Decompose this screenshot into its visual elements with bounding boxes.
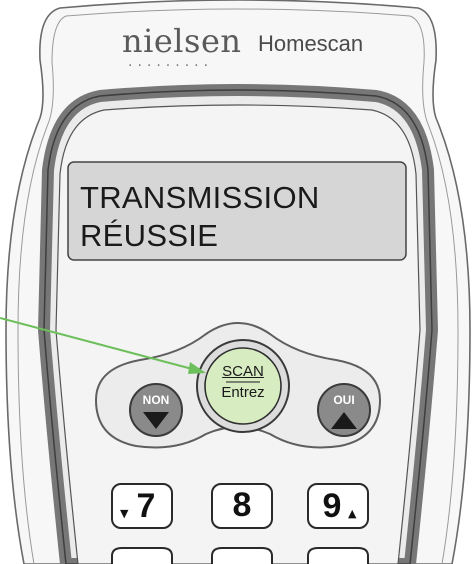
brand-dots: ········· [128, 58, 214, 74]
oui-label: OUI [333, 393, 355, 407]
non-label: NON [142, 393, 170, 407]
display-line-2: RÉUSSIE [80, 218, 219, 253]
homescan-device [0, 0, 471, 564]
key-9-label: 9 [322, 487, 342, 525]
product-name: Homescan [258, 31, 364, 56]
display-line-1: TRANSMISSION [80, 180, 320, 215]
key-7-label: 7 [136, 487, 156, 525]
brand-logo: nielsen [122, 22, 242, 60]
scan-label-top: SCAN [222, 363, 264, 380]
key-8-label: 8 [232, 486, 252, 524]
key-7-down-arrow-icon: ▼ [120, 507, 129, 520]
key-9-up-arrow-icon: ▲ [348, 507, 357, 520]
scan-label-bottom: Entrez [221, 384, 265, 401]
